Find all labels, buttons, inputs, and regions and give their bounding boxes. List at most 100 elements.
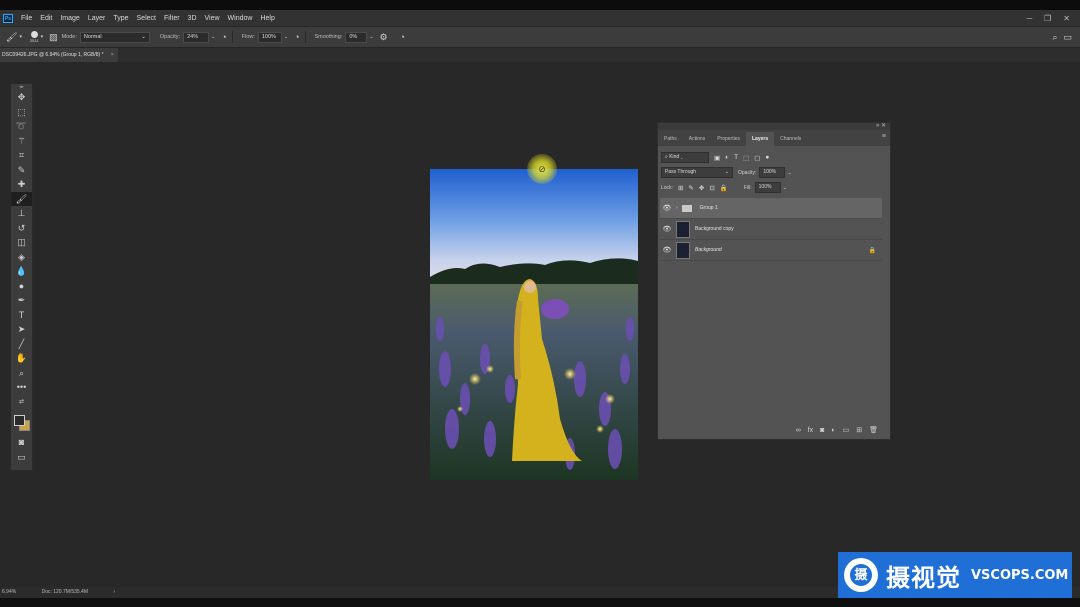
tab-channels[interactable]: Channels xyxy=(774,132,807,146)
lock-position-icon[interactable]: ✥ xyxy=(699,184,704,192)
new-adjustment-layer-icon[interactable]: ◐ xyxy=(831,427,835,434)
layer-row-background[interactable]: 👁 Background 🔒 xyxy=(660,240,882,261)
filter-shape-icon[interactable]: ⬚ xyxy=(743,154,749,162)
status-menu-chevron-icon[interactable]: › xyxy=(113,589,115,595)
menu-file[interactable]: File xyxy=(21,15,32,22)
layer-opacity-input[interactable]: 100% xyxy=(759,167,786,178)
magic-wand-tool-icon[interactable]: ⚚ xyxy=(11,134,32,149)
tool-preset-chevron-icon[interactable]: ▾ xyxy=(19,34,22,40)
close-window-icon[interactable]: ✕ xyxy=(1063,14,1070,23)
fill-chevron-icon[interactable]: ⌄ xyxy=(783,185,787,191)
foreground-color-swatch[interactable] xyxy=(14,415,25,426)
opacity-input[interactable]: 24% xyxy=(183,31,210,43)
brush-tool-icon[interactable]: 🖌 xyxy=(6,32,17,43)
menu-3d[interactable]: 3D xyxy=(188,15,197,22)
expand-chevron-icon[interactable]: › xyxy=(676,205,678,211)
mode-select[interactable]: Normal ⌄ xyxy=(79,31,150,43)
add-mask-icon[interactable]: ◙ xyxy=(820,427,824,434)
paint-bucket-tool-icon[interactable]: ◈ xyxy=(11,250,32,265)
flow-input[interactable]: 100% xyxy=(257,31,282,43)
smoothing-options-gear-icon[interactable]: ⚙ xyxy=(380,32,388,43)
move-tool-icon[interactable]: ✥ xyxy=(11,90,32,105)
layer-opacity-chevron-icon[interactable]: ⌄ xyxy=(787,170,791,176)
minimize-icon[interactable]: ─ xyxy=(1026,14,1032,23)
menu-type[interactable]: Type xyxy=(113,15,128,22)
crop-tool-icon[interactable]: ⌗ xyxy=(11,148,32,163)
marquee-tool-icon[interactable]: ⬚ xyxy=(11,105,32,120)
menu-image[interactable]: Image xyxy=(60,15,79,22)
new-layer-icon[interactable]: ⊞ xyxy=(856,426,862,434)
swap-colors-icon[interactable]: ⇄ xyxy=(11,395,32,410)
eraser-tool-icon[interactable]: ◫ xyxy=(11,235,32,250)
lock-artboard-icon[interactable]: ⊡ xyxy=(709,184,714,192)
tab-properties[interactable]: Properties xyxy=(711,132,746,146)
healing-brush-tool-icon[interactable]: ✚ xyxy=(11,177,32,192)
opacity-chevron-icon[interactable]: ⌄ xyxy=(211,34,215,40)
hand-tool-icon[interactable]: ✋ xyxy=(11,351,32,366)
dodge-tool-icon[interactable]: ● xyxy=(11,279,32,294)
brush-picker-chevron-icon[interactable]: ▾ xyxy=(41,34,44,40)
zoom-tool-icon[interactable]: ⌕ xyxy=(11,366,32,381)
brush-preset-picker[interactable]: 2511 xyxy=(30,31,39,43)
restore-icon[interactable]: ❐ xyxy=(1044,14,1051,23)
pressure-opacity-icon[interactable]: ◔ xyxy=(221,32,226,42)
history-brush-tool-icon[interactable]: ↺ xyxy=(11,221,32,236)
lock-image-icon[interactable]: ✎ xyxy=(688,184,693,192)
fill-input[interactable]: 100% xyxy=(754,182,781,193)
type-tool-icon[interactable]: T xyxy=(11,308,32,323)
delete-layer-icon[interactable]: 🗑 xyxy=(869,426,878,434)
menu-layer[interactable]: Layer xyxy=(88,15,106,22)
screen-mode-icon[interactable]: ▭ xyxy=(11,450,32,465)
panel-header[interactable]: » ✕ xyxy=(658,123,890,130)
menu-help[interactable]: Help xyxy=(260,15,274,22)
tab-layers[interactable]: Layers xyxy=(746,132,775,146)
menu-filter[interactable]: Filter xyxy=(164,15,180,22)
menu-window[interactable]: Window xyxy=(228,15,253,22)
brush-tool-icon[interactable]: 🖌 xyxy=(11,191,32,206)
tab-actions[interactable]: Actions xyxy=(683,132,711,146)
close-document-icon[interactable]: × xyxy=(111,52,114,58)
filter-kind-select[interactable]: ⌕ Kind ⌄ xyxy=(661,152,709,163)
visibility-eye-icon[interactable]: 👁 xyxy=(660,225,674,233)
menu-edit[interactable]: Edit xyxy=(40,15,52,22)
layer-style-fx-icon[interactable]: fx xyxy=(808,427,813,434)
layer-lock-icon[interactable]: 🔒 xyxy=(869,247,876,254)
eyedropper-tool-icon[interactable]: ✎ xyxy=(11,163,32,178)
visibility-eye-icon[interactable]: 👁 xyxy=(660,246,674,254)
lock-all-icon[interactable]: 🔒 xyxy=(720,184,728,192)
tab-paths[interactable]: Paths xyxy=(658,132,683,146)
filter-type-icon[interactable]: T xyxy=(734,154,738,161)
menu-select[interactable]: Select xyxy=(137,15,156,22)
pen-tool-icon[interactable]: ✒ xyxy=(11,293,32,308)
panel-menu-icon[interactable]: ≡ xyxy=(882,133,886,140)
lock-transparent-icon[interactable]: ⊞ xyxy=(678,184,683,192)
search-icon[interactable]: ⌕ xyxy=(1052,32,1057,43)
menu-view[interactable]: View xyxy=(205,15,220,22)
smoothing-chevron-icon[interactable]: ⌄ xyxy=(369,34,373,40)
flow-chevron-icon[interactable]: ⌄ xyxy=(284,34,288,40)
collapse-close-panel-icon[interactable]: » ✕ xyxy=(876,122,886,129)
blend-mode-select[interactable]: Pass Through ⌄ xyxy=(661,167,733,178)
filter-toggle-icon[interactable]: ● xyxy=(765,154,769,161)
color-swatches[interactable] xyxy=(11,409,32,435)
layer-row-background-copy[interactable]: 👁 Background copy xyxy=(660,219,882,240)
airbrush-icon[interactable]: ◔ xyxy=(294,32,299,42)
link-layers-icon[interactable]: ∞ xyxy=(796,427,801,434)
path-selection-tool-icon[interactable]: ➤ xyxy=(11,322,32,337)
smoothing-input[interactable]: 0% xyxy=(345,31,368,43)
workspace-icon[interactable]: ▭ xyxy=(1063,32,1072,43)
zoom-level[interactable]: 6.94% xyxy=(2,589,16,595)
more-tools-icon[interactable]: ••• xyxy=(11,380,32,395)
document-tab[interactable]: DSC09426.JPG @ 6.94% (Group 1, RGB/8) * … xyxy=(0,48,118,62)
filter-smart-object-icon[interactable]: ▢ xyxy=(754,154,760,162)
quick-mask-icon[interactable]: ◙ xyxy=(11,435,32,450)
filter-adjustment-icon[interactable]: ◐ xyxy=(725,154,729,161)
new-group-icon[interactable]: ▭ xyxy=(843,426,850,434)
line-tool-icon[interactable]: ╱ xyxy=(11,337,32,352)
clone-stamp-tool-icon[interactable]: ⊥ xyxy=(11,206,32,221)
visibility-eye-icon[interactable]: 👁 xyxy=(660,204,674,212)
brush-settings-panel-icon[interactable]: ▨ xyxy=(49,32,58,43)
filter-pixel-icon[interactable]: ▣ xyxy=(714,154,720,162)
document-canvas-image[interactable] xyxy=(430,169,638,480)
lasso-tool-icon[interactable]: ➰ xyxy=(11,119,32,134)
